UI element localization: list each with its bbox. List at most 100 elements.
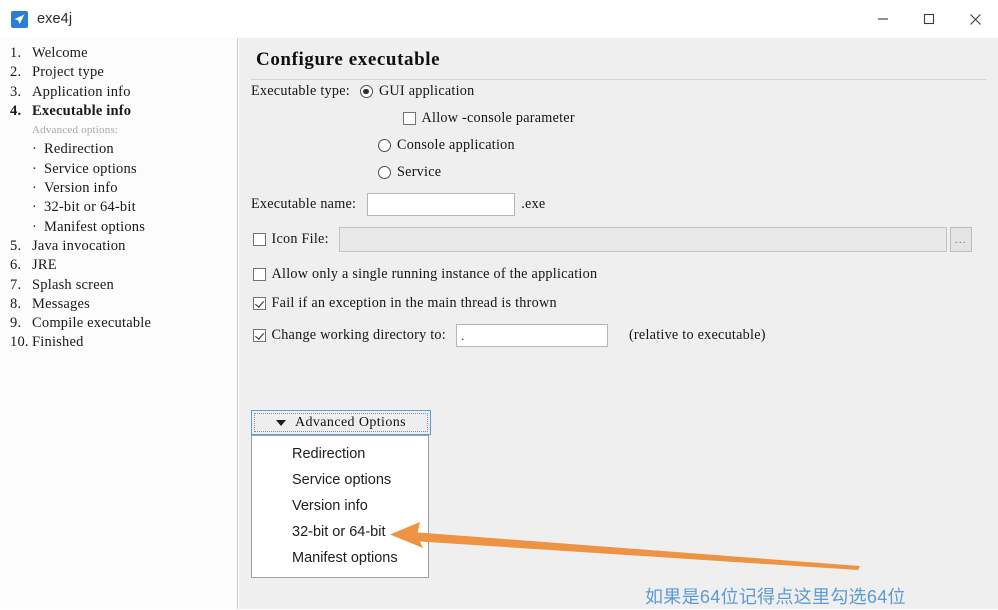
menu-item-32-or-64-bit[interactable]: 32-bit or 64-bit	[252, 519, 428, 545]
close-button[interactable]	[952, 0, 998, 38]
fail-on-exception-label: Fail if an exception in the main thread …	[271, 295, 557, 311]
menu-item-manifest-options[interactable]: Manifest options	[252, 545, 428, 571]
step-label: Splash screen	[32, 276, 114, 293]
step-label: Application info	[32, 83, 131, 100]
title-bar-left: exe4j	[0, 10, 860, 28]
sidebar-item-application-info[interactable]: 3. Application info	[0, 83, 237, 102]
step-label: Welcome	[32, 45, 88, 61]
menu-item-service-options[interactable]: Service options	[252, 467, 428, 493]
sidebar-item-messages[interactable]: 8. Messages	[0, 295, 237, 314]
working-directory-label: Change working directory to:	[271, 327, 446, 343]
checkbox-change-working-directory[interactable]	[253, 329, 266, 342]
sidebar-item-finished[interactable]: 10. Finished	[0, 333, 237, 352]
working-directory-input[interactable]	[455, 324, 608, 347]
sidebar-item-32-or-64-bit[interactable]: · 32-bit or 64-bit	[0, 198, 237, 217]
step-label: Compile executable	[32, 315, 152, 332]
menu-item-redirection[interactable]: Redirection	[252, 441, 428, 467]
step-number: 9.	[10, 315, 22, 332]
sidebar-item-executable-info[interactable]: 4. Executable info	[0, 102, 237, 121]
radio-gui-application-label: GUI application	[378, 83, 475, 99]
icon-file-input[interactable]	[338, 227, 947, 252]
step-number: 5.	[10, 237, 22, 254]
step-number: 3.	[10, 83, 22, 100]
sidebar-sub-label: Version info	[44, 180, 118, 197]
radio-console-application-label: Console application	[397, 137, 515, 153]
step-label: JRE	[32, 257, 57, 274]
step-number: 2.	[10, 64, 22, 81]
allow-console-parameter-label: Allow -console parameter	[421, 110, 575, 126]
working-directory-hint: (relative to executable)	[628, 327, 766, 343]
checkbox-fail-on-exception[interactable]	[253, 297, 266, 310]
step-number: 10.	[10, 334, 29, 351]
window-title: exe4j	[37, 11, 73, 27]
single-instance-label: Allow only a single running instance of …	[271, 266, 598, 282]
sidebar-advanced-options-header: Advanced options:	[32, 124, 119, 137]
sidebar-sub-label: Manifest options	[44, 218, 146, 235]
radio-service-label: Service	[397, 164, 442, 180]
step-label: Java invocation	[32, 237, 126, 254]
step-number: 7.	[10, 276, 22, 293]
single-instance-row: Allow only a single running instance of …	[253, 266, 597, 283]
exe4j-window: exe4j 1. Welcome 2. Project type 3. Appl…	[0, 0, 998, 609]
bullet-icon: ·	[32, 160, 38, 177]
checkbox-allow-console-parameter[interactable]	[403, 112, 416, 125]
sidebar-item-compile-executable[interactable]: 9. Compile executable	[0, 314, 237, 333]
sidebar-item-welcome[interactable]: 1. Welcome	[0, 44, 237, 63]
bullet-icon: ·	[32, 141, 38, 158]
sidebar-item-splash-screen[interactable]: 7. Splash screen	[0, 276, 237, 295]
advanced-options-button[interactable]: Advanced Options	[251, 410, 431, 435]
sidebar-item-version-info[interactable]: · Version info	[0, 179, 237, 198]
checkbox-single-instance[interactable]	[253, 268, 266, 281]
radio-console-application[interactable]	[378, 139, 391, 152]
menu-item-version-info[interactable]: Version info	[252, 493, 428, 519]
chevron-down-icon	[276, 419, 286, 426]
step-label: Project type	[32, 64, 105, 81]
sidebar-item-project-type[interactable]: 2. Project type	[0, 63, 237, 82]
exe4j-arrow-icon	[11, 10, 28, 28]
fail-on-exception-row: Fail if an exception in the main thread …	[253, 295, 557, 312]
step-label: Messages	[32, 295, 90, 312]
step-label: Finished	[32, 334, 84, 351]
step-number: 4.	[10, 102, 22, 119]
sidebar-sub-label: Service options	[44, 160, 137, 177]
icon-file-label: Icon File:	[271, 231, 329, 247]
sidebar-item-jre[interactable]: 6. JRE	[0, 256, 237, 275]
radio-service[interactable]	[378, 166, 391, 179]
bullet-icon: ·	[32, 199, 38, 216]
sidebar-sub-label: Redirection	[44, 141, 114, 158]
sidebar-item-java-invocation[interactable]: 5. Java invocation	[0, 237, 237, 256]
working-directory-row: Change working directory to: (relative t…	[253, 324, 766, 347]
icon-file-row: Icon File: ...	[253, 227, 972, 252]
step-label: Executable info	[32, 102, 132, 119]
sidebar-item-manifest-options[interactable]: · Manifest options	[0, 218, 237, 237]
executable-type-row: Executable type: GUI application	[251, 83, 474, 100]
page-title: Configure executable	[256, 49, 441, 70]
executable-name-suffix: .exe	[521, 196, 546, 212]
wizard-step-sidebar: 1. Welcome 2. Project type 3. Application i…	[0, 38, 238, 609]
bullet-icon: ·	[32, 218, 38, 235]
sidebar-item-service-options[interactable]: · Service options	[0, 160, 237, 179]
advanced-options-menu: Redirection Service options Version info…	[251, 435, 429, 578]
executable-name-row: Executable name: .exe	[251, 193, 545, 216]
allow-console-parameter-row: Allow -console parameter	[403, 110, 575, 127]
radio-gui-application[interactable]	[359, 85, 373, 98]
advanced-options-button-label: Advanced Options	[295, 414, 406, 430]
sidebar-sub-label: 32-bit or 64-bit	[44, 199, 136, 216]
step-number: 1.	[10, 45, 22, 61]
bullet-icon: ·	[32, 180, 38, 197]
sidebar-item-redirection[interactable]: · Redirection	[0, 140, 237, 159]
annotation-text: 如果是64位记得点这里勾选64位	[645, 587, 906, 607]
title-bar: exe4j	[0, 0, 998, 38]
checkbox-icon-file[interactable]	[253, 233, 266, 246]
executable-name-input[interactable]	[367, 193, 516, 216]
title-divider	[251, 79, 986, 80]
console-application-row: Console application	[378, 137, 515, 154]
service-row: Service	[378, 164, 441, 181]
minimize-button[interactable]	[860, 0, 906, 38]
executable-name-label: Executable name:	[251, 196, 357, 212]
maximize-button[interactable]	[906, 0, 952, 38]
window-controls	[860, 0, 998, 38]
executable-type-label: Executable type:	[251, 83, 350, 99]
window-content: 1. Welcome 2. Project type 3. Application i…	[0, 38, 998, 609]
icon-file-browse-button[interactable]: ...	[949, 227, 972, 252]
